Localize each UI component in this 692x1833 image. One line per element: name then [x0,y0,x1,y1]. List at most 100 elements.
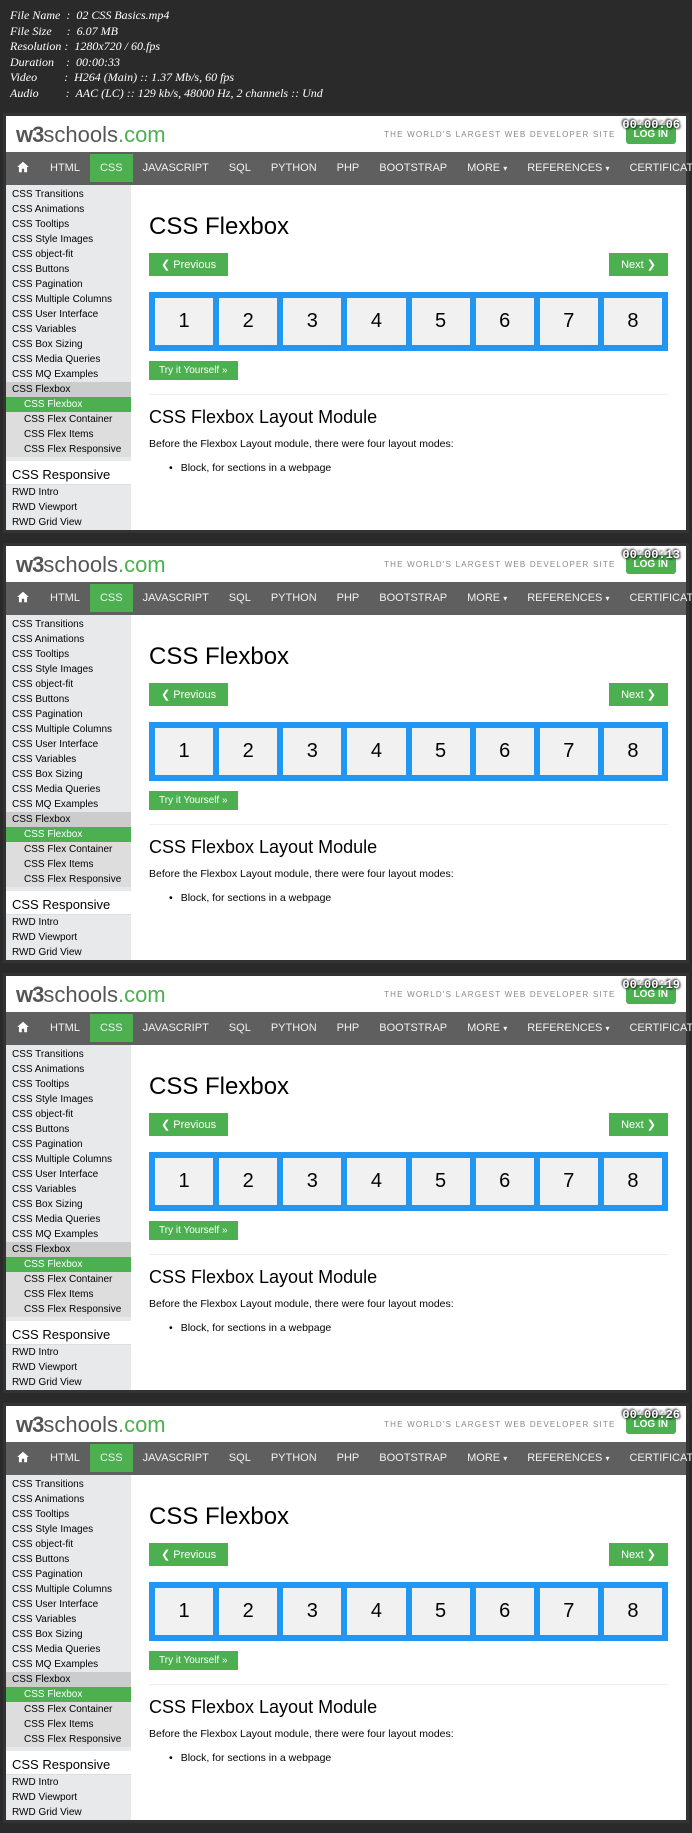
sidebar-item[interactable]: CSS Animations [6,1492,131,1507]
site-logo[interactable]: w3schools.com [16,552,166,578]
next-button[interactable]: Next ❯ [609,683,668,706]
sidebar-item[interactable]: CSS Flex Container [6,412,131,427]
nav-item-python[interactable]: PYTHON [261,1014,327,1042]
nav-item-references[interactable]: REFERENCES ▾ [517,1014,619,1042]
nav-item-references[interactable]: REFERENCES ▾ [517,154,619,182]
nav-item-sql[interactable]: SQL [219,1444,261,1472]
sidebar-item[interactable]: CSS Style Images [6,662,131,677]
sidebar-item[interactable]: CSS Flex Responsive [6,872,131,887]
nav-item-css[interactable]: CSS [90,1444,133,1472]
sidebar-item[interactable]: CSS MQ Examples [6,797,131,812]
nav-item-sql[interactable]: SQL [219,584,261,612]
nav-item-python[interactable]: PYTHON [261,1444,327,1472]
sidebar-item[interactable]: CSS Flex Container [6,1702,131,1717]
sidebar-item[interactable]: CSS Transitions [6,1477,131,1492]
sidebar-item[interactable]: CSS Pagination [6,1567,131,1582]
nav-item-javascript[interactable]: JAVASCRIPT [133,1444,219,1472]
nav-item-python[interactable]: PYTHON [261,584,327,612]
sidebar-item[interactable]: CSS Flex Container [6,1272,131,1287]
sidebar-item[interactable]: CSS Flex Items [6,1717,131,1732]
sidebar-item[interactable]: CSS MQ Examples [6,1657,131,1672]
sidebar-item[interactable]: CSS User Interface [6,307,131,322]
sidebar-item[interactable]: CSS Variables [6,322,131,337]
try-yourself-button[interactable]: Try it Yourself » [149,361,238,380]
sidebar-item[interactable]: CSS object-fit [6,247,131,262]
site-logo[interactable]: w3schools.com [16,982,166,1008]
sidebar-item[interactable]: CSS User Interface [6,737,131,752]
sidebar-item[interactable]: CSS Animations [6,1062,131,1077]
nav-item-certificates[interactable]: CERTIFICATES [619,1444,692,1472]
sidebar-item[interactable]: RWD Viewport [6,500,131,515]
nav-item-css[interactable]: CSS [90,1014,133,1042]
sidebar-item[interactable]: CSS Media Queries [6,782,131,797]
sidebar-item[interactable]: RWD Grid View [6,515,131,530]
nav-item-bootstrap[interactable]: BOOTSTRAP [369,154,457,182]
sidebar-item[interactable]: CSS Pagination [6,277,131,292]
try-yourself-button[interactable]: Try it Yourself » [149,1221,238,1240]
nav-item-bootstrap[interactable]: BOOTSTRAP [369,1444,457,1472]
nav-item-php[interactable]: PHP [327,154,370,182]
sidebar-item[interactable]: CSS Flexbox [6,382,131,397]
sidebar-item[interactable]: CSS Animations [6,202,131,217]
sidebar-item[interactable]: CSS Flexbox [6,1687,131,1702]
sidebar-item[interactable]: CSS Flex Responsive [6,1732,131,1747]
next-button[interactable]: Next ❯ [609,1113,668,1136]
nav-item-more[interactable]: MORE ▾ [457,584,517,612]
sidebar-item[interactable]: CSS MQ Examples [6,367,131,382]
nav-item-more[interactable]: MORE ▾ [457,1444,517,1472]
sidebar-item[interactable]: CSS Flexbox [6,827,131,842]
sidebar-item[interactable]: CSS Media Queries [6,1212,131,1227]
sidebar-item[interactable]: CSS Transitions [6,187,131,202]
sidebar-item[interactable]: RWD Grid View [6,945,131,960]
sidebar-item[interactable]: CSS MQ Examples [6,1227,131,1242]
sidebar-item[interactable]: CSS Multiple Columns [6,1152,131,1167]
nav-item-references[interactable]: REFERENCES ▾ [517,584,619,612]
nav-home-button[interactable] [6,1012,40,1045]
nav-item-php[interactable]: PHP [327,584,370,612]
sidebar-item[interactable]: CSS Tooltips [6,647,131,662]
sidebar-item[interactable]: CSS Multiple Columns [6,292,131,307]
sidebar-item[interactable]: CSS User Interface [6,1167,131,1182]
try-yourself-button[interactable]: Try it Yourself » [149,791,238,810]
sidebar-item[interactable]: CSS Transitions [6,1047,131,1062]
sidebar-item[interactable]: CSS Multiple Columns [6,1582,131,1597]
previous-button[interactable]: ❮ Previous [149,1113,228,1136]
sidebar-item[interactable]: CSS Flex Container [6,842,131,857]
nav-item-javascript[interactable]: JAVASCRIPT [133,154,219,182]
sidebar-item[interactable]: CSS Style Images [6,1522,131,1537]
sidebar-item[interactable]: CSS User Interface [6,1597,131,1612]
sidebar-item[interactable]: CSS Animations [6,632,131,647]
nav-item-php[interactable]: PHP [327,1444,370,1472]
sidebar-item[interactable]: RWD Grid View [6,1805,131,1820]
sidebar-item[interactable]: RWD Intro [6,1775,131,1790]
sidebar-item[interactable]: RWD Viewport [6,1790,131,1805]
sidebar-item[interactable]: CSS Flex Items [6,857,131,872]
sidebar-item[interactable]: CSS Pagination [6,1137,131,1152]
sidebar-item[interactable]: CSS Multiple Columns [6,722,131,737]
sidebar-item[interactable]: RWD Intro [6,915,131,930]
sidebar-item[interactable]: CSS Media Queries [6,352,131,367]
nav-item-html[interactable]: HTML [40,154,90,182]
nav-item-bootstrap[interactable]: BOOTSTRAP [369,584,457,612]
sidebar-item[interactable]: CSS Flexbox [6,1242,131,1257]
previous-button[interactable]: ❮ Previous [149,1543,228,1566]
sidebar-item[interactable]: CSS object-fit [6,677,131,692]
sidebar-item[interactable]: CSS Variables [6,752,131,767]
nav-home-button[interactable] [6,152,40,185]
next-button[interactable]: Next ❯ [609,253,668,276]
sidebar-item[interactable]: RWD Viewport [6,1360,131,1375]
sidebar-item[interactable]: CSS Variables [6,1182,131,1197]
nav-item-more[interactable]: MORE ▾ [457,1014,517,1042]
site-logo[interactable]: w3schools.com [16,1412,166,1438]
site-logo[interactable]: w3schools.com [16,122,166,148]
sidebar-item[interactable]: CSS object-fit [6,1537,131,1552]
sidebar-item[interactable]: CSS Flexbox [6,1672,131,1687]
nav-item-sql[interactable]: SQL [219,1014,261,1042]
sidebar-item[interactable]: CSS Box Sizing [6,1197,131,1212]
sidebar-item[interactable]: CSS Style Images [6,232,131,247]
sidebar-item[interactable]: CSS Box Sizing [6,767,131,782]
sidebar-item[interactable]: CSS Flex Items [6,427,131,442]
nav-item-javascript[interactable]: JAVASCRIPT [133,584,219,612]
nav-item-html[interactable]: HTML [40,1444,90,1472]
sidebar-item[interactable]: CSS Buttons [6,262,131,277]
